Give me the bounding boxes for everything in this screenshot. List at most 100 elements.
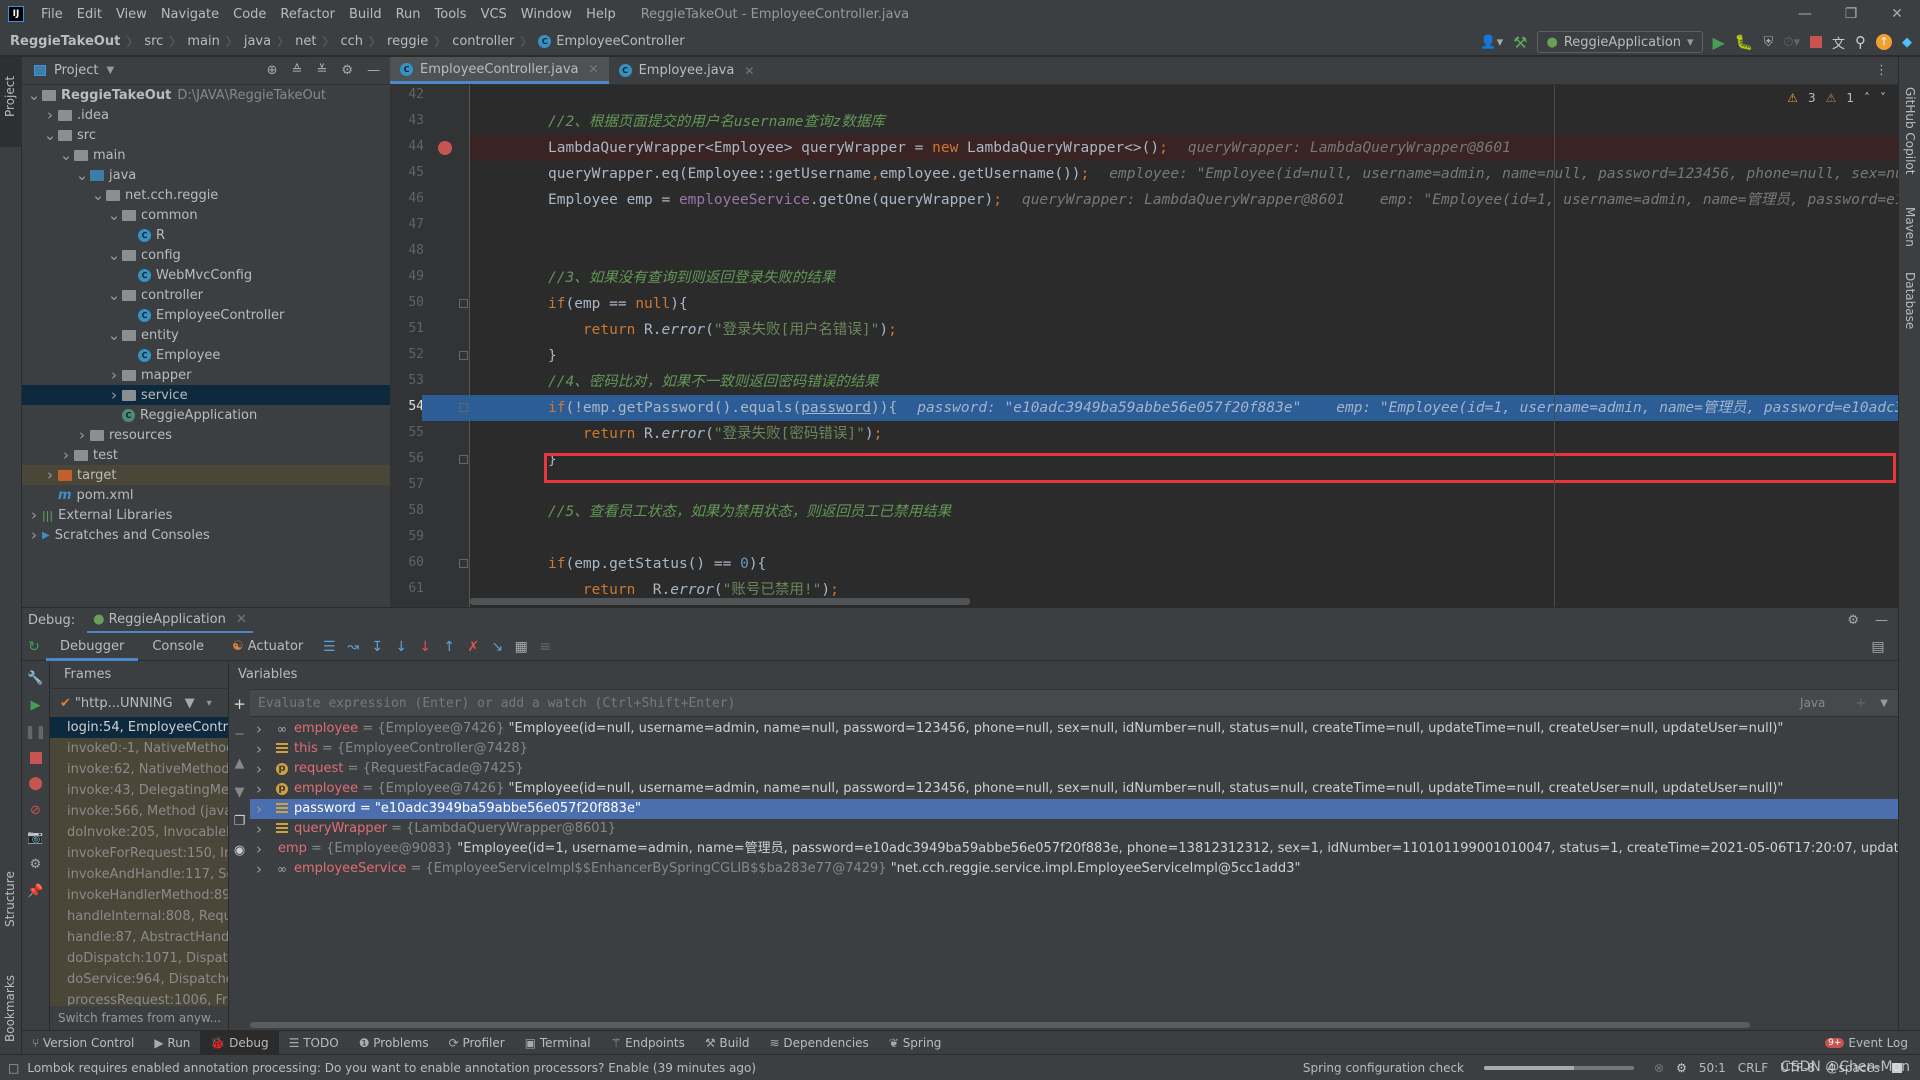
tab-debugger[interactable]: Debugger <box>46 633 139 661</box>
bookmarks-tool-label[interactable]: Bookmarks <box>3 975 17 1042</box>
project-view-select[interactable]: Project <box>54 63 98 78</box>
chevron-down-icon[interactable]: ⌄ <box>106 246 122 264</box>
rerun-icon[interactable]: ↻ <box>22 639 46 655</box>
menu-edit[interactable]: Edit <box>70 7 109 22</box>
vcs-user-icon[interactable]: 👤▾ <box>1480 35 1503 50</box>
next-highlight-icon[interactable]: ˅ <box>1880 91 1886 105</box>
caret-position[interactable]: 50:1 <box>1699 1061 1726 1075</box>
code-line[interactable]: if(!emp.getPassword().equals(password)){… <box>470 395 1898 421</box>
tree-item[interactable]: › .idea <box>22 105 390 125</box>
menu-code[interactable]: Code <box>226 7 273 22</box>
add-watch-icon[interactable]: + <box>233 695 246 713</box>
expand-arrow-icon[interactable]: › <box>256 799 266 819</box>
locate-file-icon[interactable]: ⊕ <box>267 63 278 78</box>
close-tab-icon[interactable]: ✕ <box>589 62 599 76</box>
build-hammer-icon[interactable]: ⚒ <box>1513 33 1527 52</box>
inspection-widget[interactable]: ⚠ 3 ⚠ 1 ˄ ˅ <box>1787 91 1886 105</box>
chevron-down-icon[interactable]: ⌄ <box>106 206 122 224</box>
tool-window-todo[interactable]: ☰ TODO <box>279 1031 349 1055</box>
menu-run[interactable]: Run <box>389 7 428 22</box>
toolbox-icon[interactable]: ◆ <box>1902 35 1912 50</box>
evaluate-expression-input[interactable] <box>250 695 1801 711</box>
tree-item[interactable]: › ▶ Scratches and Consoles <box>22 525 390 545</box>
code-line[interactable]: if(emp == null){ <box>470 291 1898 317</box>
chevron-down-icon[interactable]: ⌄ <box>106 286 122 304</box>
code-line[interactable]: //2、根据页面提交的用户名username查询z数据库 <box>470 109 1898 135</box>
tree-item[interactable]: ⌄ main <box>22 145 390 165</box>
code-line[interactable]: LambdaQueryWrapper<Employee> queryWrappe… <box>470 135 1898 161</box>
tree-item[interactable]: ⌄ config <box>22 245 390 265</box>
stack-frame[interactable]: invoke:566, Method (java.lang.reflect) <box>50 801 228 822</box>
breadcrumb-item[interactable]: src <box>144 34 163 49</box>
code-line[interactable] <box>470 85 1898 109</box>
chevron-down-icon[interactable]: ⌄ <box>74 166 90 184</box>
evaluate-expression-icon[interactable]: ▦ <box>509 639 533 655</box>
chevron-down-icon[interactable]: ⌄ <box>58 146 74 164</box>
tree-item[interactable]: ⌄ net.cch.reggie <box>22 185 390 205</box>
trace-stream-icon[interactable]: ≡ <box>533 639 557 655</box>
breadcrumb-item[interactable]: controller <box>452 34 514 49</box>
code-area[interactable]: //2、根据页面提交的用户名username查询z数据库 LambdaQueryW… <box>470 85 1898 607</box>
maven-tool[interactable]: Maven <box>1903 207 1917 247</box>
stack-frame[interactable]: doService:964, DispatcherServlet <box>50 969 228 990</box>
tree-item[interactable]: ⌄ common <box>22 205 390 225</box>
variable-row[interactable]: › this = {EmployeeController@7428} <box>250 739 1898 759</box>
chevron-down-icon[interactable]: ⌄ <box>106 326 122 344</box>
update-icon[interactable]: ↑ <box>1876 34 1892 50</box>
menu-vcs[interactable]: VCS <box>474 7 514 22</box>
chevron-right-icon[interactable]: › <box>42 106 58 124</box>
thread-selector[interactable]: ✔ "http...UNNING ▼ ▾ <box>50 689 228 717</box>
tree-item[interactable]: ⌄ ReggieTakeOut D:\JAVA\ReggieTakeOut <box>22 85 390 105</box>
stack-frame[interactable]: doDispatch:1071, DispatcherServlet <box>50 948 228 969</box>
database-tool[interactable]: Database <box>1903 272 1917 329</box>
fold-marker-icon[interactable] <box>459 559 468 568</box>
tree-item[interactable]: › target <box>22 465 390 485</box>
debug-bug-icon[interactable]: 🐛 <box>1735 33 1754 51</box>
menu-navigate[interactable]: Navigate <box>154 7 226 22</box>
editor-gutter[interactable]: 42 43 44 45 46 47 48 49 50 51 52 53 54 55 56 57 58 59 60 61 <box>390 85 470 607</box>
step-over-icon[interactable]: ↧ <box>365 639 389 655</box>
breadcrumb-item[interactable]: net <box>295 34 316 49</box>
expand-arrow-icon[interactable]: › <box>256 839 262 859</box>
code-line[interactable]: Employee emp = employeeService.getOne(qu… <box>470 187 1898 213</box>
view-breakpoints-icon[interactable]: ⬤ <box>28 776 43 791</box>
expand-all-icon[interactable]: ≙ <box>292 63 303 78</box>
tree-item[interactable]: ⌄ controller <box>22 285 390 305</box>
code-line[interactable]: return R.error("登录失败[用户名错误]"); <box>470 317 1898 343</box>
structure-tool-label[interactable]: Structure <box>3 871 17 927</box>
chevron-right-icon[interactable]: › <box>26 506 42 524</box>
tree-item[interactable]: › test <box>22 445 390 465</box>
hide-panel-icon[interactable]: — <box>1875 613 1888 628</box>
stop-button[interactable] <box>1809 36 1822 48</box>
background-task-label[interactable]: Spring configuration check <box>1303 1061 1464 1075</box>
tree-item[interactable]: m pom.xml <box>22 485 390 505</box>
code-line[interactable] <box>470 525 1898 551</box>
search-icon[interactable]: ⚲ <box>1855 33 1866 51</box>
breadcrumb-item[interactable]: ReggieTakeOut <box>10 34 120 49</box>
code-line[interactable]: //5、查看员工状态，如果为禁用状态，则返回员工已禁用结果 <box>470 499 1898 525</box>
stack-frame[interactable]: handleInternal:808, RequestMappingHandle… <box>50 906 228 927</box>
more-tabs-icon[interactable]: ⋮ <box>1875 57 1898 84</box>
stack-frame[interactable]: invokeForRequest:150, InvocableHandlerMe… <box>50 843 228 864</box>
stack-frame[interactable]: invoke:43, DelegatingMethodAccessorImpl <box>50 780 228 801</box>
stack-frame[interactable]: processRequest:1006, FrameworkServlet <box>50 990 228 1007</box>
chevron-down-icon[interactable]: ⌄ <box>42 126 58 144</box>
resume-icon[interactable]: ▶ <box>31 698 41 713</box>
chevron-down-icon[interactable]: ▼ <box>1880 698 1888 709</box>
drop-frame-icon[interactable]: ✗ <box>461 639 485 655</box>
breadcrumb-item[interactable]: main <box>187 34 219 49</box>
menu-tools[interactable]: Tools <box>428 7 474 22</box>
restore-layout-icon[interactable]: ▤ <box>1866 639 1890 655</box>
stack-frame[interactable]: invokeHandlerMethod:895, RequestMappingH… <box>50 885 228 906</box>
tool-window-terminal[interactable]: ▣ Terminal <box>515 1031 601 1055</box>
fold-marker-icon[interactable] <box>459 299 468 308</box>
debug-session-tab[interactable]: ● ReggieApplication ✕ <box>87 608 253 634</box>
breadcrumb-item[interactable]: EmployeeController <box>556 34 684 49</box>
gear-icon[interactable]: ⚙ <box>341 63 353 78</box>
tree-item[interactable]: CR <box>22 225 390 245</box>
code-line[interactable] <box>470 213 1898 239</box>
chevron-right-icon[interactable]: › <box>106 366 122 384</box>
code-line[interactable]: //4、密码比对，如果不一致则返回密码错误的结果 <box>470 369 1898 395</box>
tool-window-version-control[interactable]: ⑂ Version Control <box>22 1031 144 1055</box>
layout-menu-icon[interactable]: ☰ <box>317 639 341 655</box>
